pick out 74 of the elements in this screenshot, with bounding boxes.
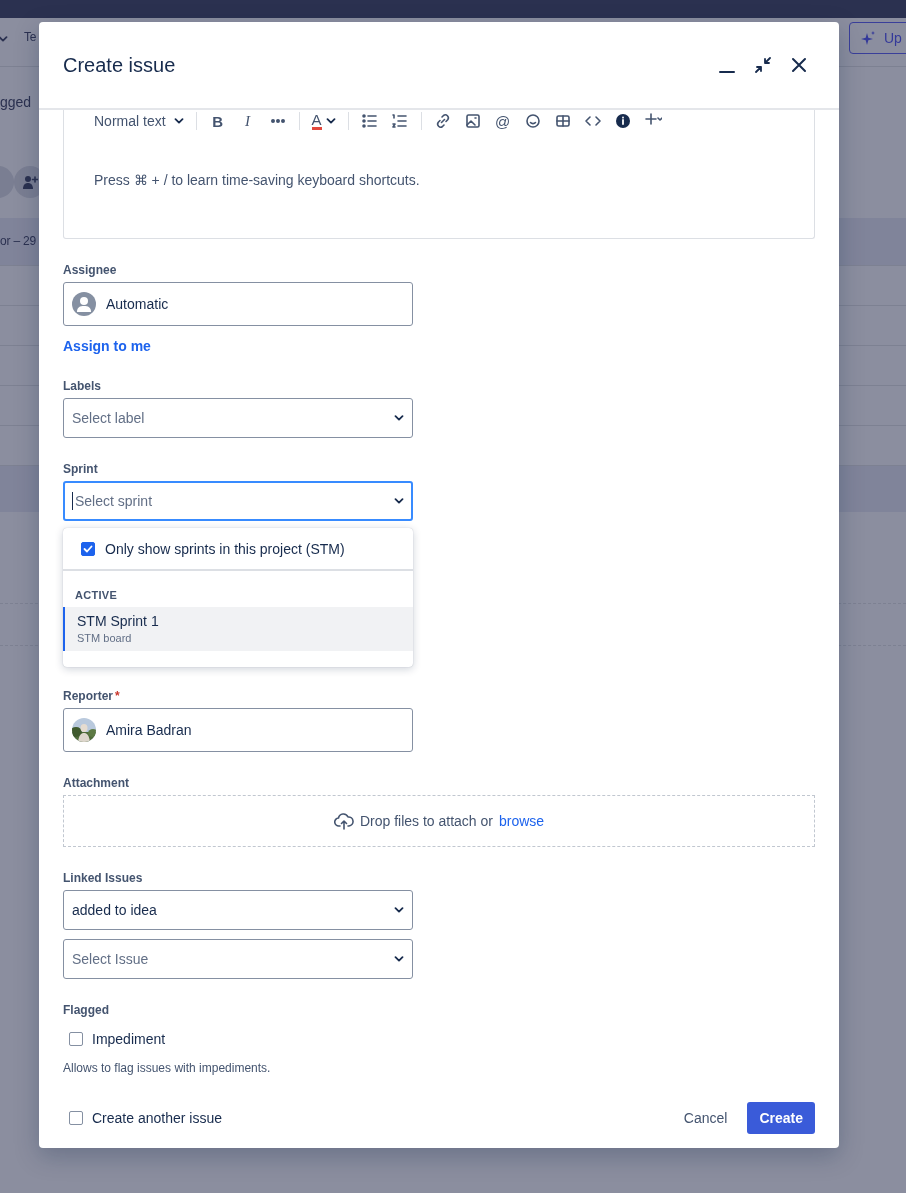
shortcut-hint: Press ⌘ + / to learn time-saving keyboard shortcuts. <box>94 172 421 188</box>
select-field[interactable]: added to idea <box>63 890 413 930</box>
assign-to-me-link[interactable]: Assign to me <box>63 338 151 354</box>
chevron-down-icon <box>394 956 404 962</box>
cloud-upload-icon <box>333 812 354 830</box>
dialog-title: Create issue <box>63 53 177 77</box>
field-value: Automatic <box>106 296 169 312</box>
close-icon <box>790 56 808 74</box>
field-label: Labels <box>63 379 101 393</box>
mention-button[interactable]: @ <box>493 111 512 131</box>
cancel-button[interactable]: Cancel <box>671 1102 740 1134</box>
chevron-down-icon[interactable] <box>0 36 8 42</box>
info-button[interactable] <box>613 111 632 131</box>
chevron-down-icon <box>394 907 404 913</box>
check-icon <box>83 544 93 553</box>
more-icon <box>270 119 285 123</box>
group-heading: ACTIVE <box>74 588 119 603</box>
sprint-name: STM Sprint 1 <box>77 613 160 629</box>
image-button[interactable] <box>463 111 482 131</box>
select-field[interactable]: Select sprint <box>63 481 413 521</box>
field-label: Flagged <box>63 1003 109 1017</box>
chevron-down-icon <box>394 415 404 421</box>
checkbox-label: Only show sprints in this project (STM) <box>105 540 345 557</box>
table-icon <box>553 112 572 130</box>
numbered-list-icon <box>390 112 409 130</box>
field-label: Attachment <box>63 776 129 790</box>
bullets-button[interactable] <box>360 111 379 131</box>
date-range: or – 29 <box>0 234 36 248</box>
field-label: Sprint <box>63 462 98 476</box>
select-field[interactable]: Select label <box>63 398 413 438</box>
user-picker[interactable]: Automatic <box>63 282 413 326</box>
browse-link[interactable]: browse <box>498 813 545 829</box>
help-text: Allows to flag issues with impediments. <box>63 1061 272 1075</box>
board-name: STM board <box>77 632 133 644</box>
numbers-button[interactable] <box>390 111 409 131</box>
chevron-down-icon <box>325 118 336 124</box>
sprint-option[interactable]: STM Sprint 1 STM board <box>63 607 413 651</box>
drop-text: Drop files to attach or <box>359 813 493 829</box>
bullet-list-icon <box>360 112 379 130</box>
info-icon <box>613 112 632 130</box>
nav-item[interactable]: Te <box>24 30 37 44</box>
text-style-dropdown[interactable]: Normal text <box>94 113 184 129</box>
checkbox-label: Create another issue <box>92 1110 222 1126</box>
field-label: Reporter <box>63 689 113 703</box>
editor-area[interactable]: Normal text B I A @ Press ⌘ + / to learn time-saving keyboard shortcuts. <box>63 110 815 239</box>
emoji-icon <box>523 112 542 130</box>
drop-zone[interactable]: Drop files to attach or browse <box>63 795 815 847</box>
collapse-arrows-icon <box>754 56 772 74</box>
checkbox[interactable] <box>81 541 95 556</box>
bold-button[interactable]: B <box>208 111 227 131</box>
emoji-button[interactable] <box>523 111 542 131</box>
sparkle-icon <box>860 30 876 46</box>
person-plus-icon <box>22 174 38 190</box>
field-label: Linked Issues <box>63 871 143 885</box>
required-mark: * <box>115 689 120 703</box>
checkbox[interactable] <box>69 1032 83 1046</box>
image-icon <box>463 112 482 130</box>
checkbox[interactable] <box>69 1111 83 1125</box>
placeholder-text: Select Issue <box>72 951 149 967</box>
field-value: Amira Badran <box>106 722 192 738</box>
placeholder-text: Select label <box>72 410 145 426</box>
chevron-down-icon <box>394 498 404 504</box>
checkbox-label: Impediment <box>92 1031 166 1047</box>
minimize-icon <box>719 71 735 73</box>
italic-button[interactable]: I <box>238 111 257 131</box>
placeholder-text: Select sprint <box>75 493 153 509</box>
select-field[interactable]: Select Issue <box>63 939 413 979</box>
text-color-button[interactable]: A <box>311 111 336 131</box>
chevron-down-icon <box>173 118 184 124</box>
field-label: Assignee <box>63 263 117 277</box>
user-picker[interactable]: Amira Badran <box>63 708 413 752</box>
status-text: gged <box>0 94 32 110</box>
field-value: added to idea <box>72 902 157 918</box>
create-button[interactable]: Create <box>747 1102 815 1134</box>
